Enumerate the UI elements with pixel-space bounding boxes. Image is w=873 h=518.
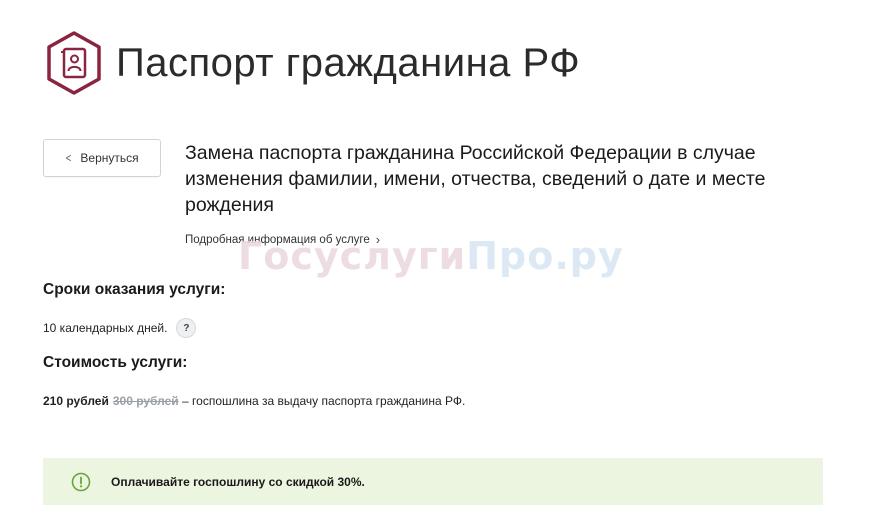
terms-heading: Сроки оказания услуги: xyxy=(43,281,226,298)
back-button-label: Вернуться xyxy=(80,151,139,165)
service-title: Замена паспорта гражданина Российской Фе… xyxy=(185,142,766,216)
terms-value-text: 10 календарных дней. xyxy=(43,321,168,335)
help-icon[interactable]: ? xyxy=(176,318,197,338)
cost-heading: Стоимость услуги: xyxy=(43,354,188,371)
price-new: 210 рублей xyxy=(43,394,109,408)
terms-value: 10 календарных дней. ? xyxy=(43,318,197,338)
passport-icon xyxy=(47,31,101,95)
info-icon xyxy=(71,472,91,491)
back-button[interactable]: < Вернуться xyxy=(43,139,161,177)
header: Паспорт гражданина РФ xyxy=(42,28,580,98)
discount-banner: Оплачивайте госпошлину со скидкой 30%. xyxy=(43,458,823,505)
page: Паспорт гражданина РФ < Вернуться Замена… xyxy=(0,0,873,518)
page-title: Паспорт гражданина РФ xyxy=(116,41,581,85)
chevron-left-icon: < xyxy=(66,151,72,165)
watermark-part2: Про.ру xyxy=(466,234,624,278)
cost-line: 210 рублей 300 рублей – госпошлина за выд… xyxy=(43,394,465,408)
cost-description: – госпошлина за выдачу паспорта граждани… xyxy=(182,394,466,408)
more-info-label: Подробная информация об услуге xyxy=(185,233,370,246)
price-old: 300 рублей xyxy=(112,394,179,408)
more-info-link[interactable]: Подробная информация об услуге › xyxy=(185,232,380,247)
discount-text: Оплачивайте госпошлину со скидкой 30%. xyxy=(111,474,365,489)
chevron-right-icon: › xyxy=(375,232,381,247)
